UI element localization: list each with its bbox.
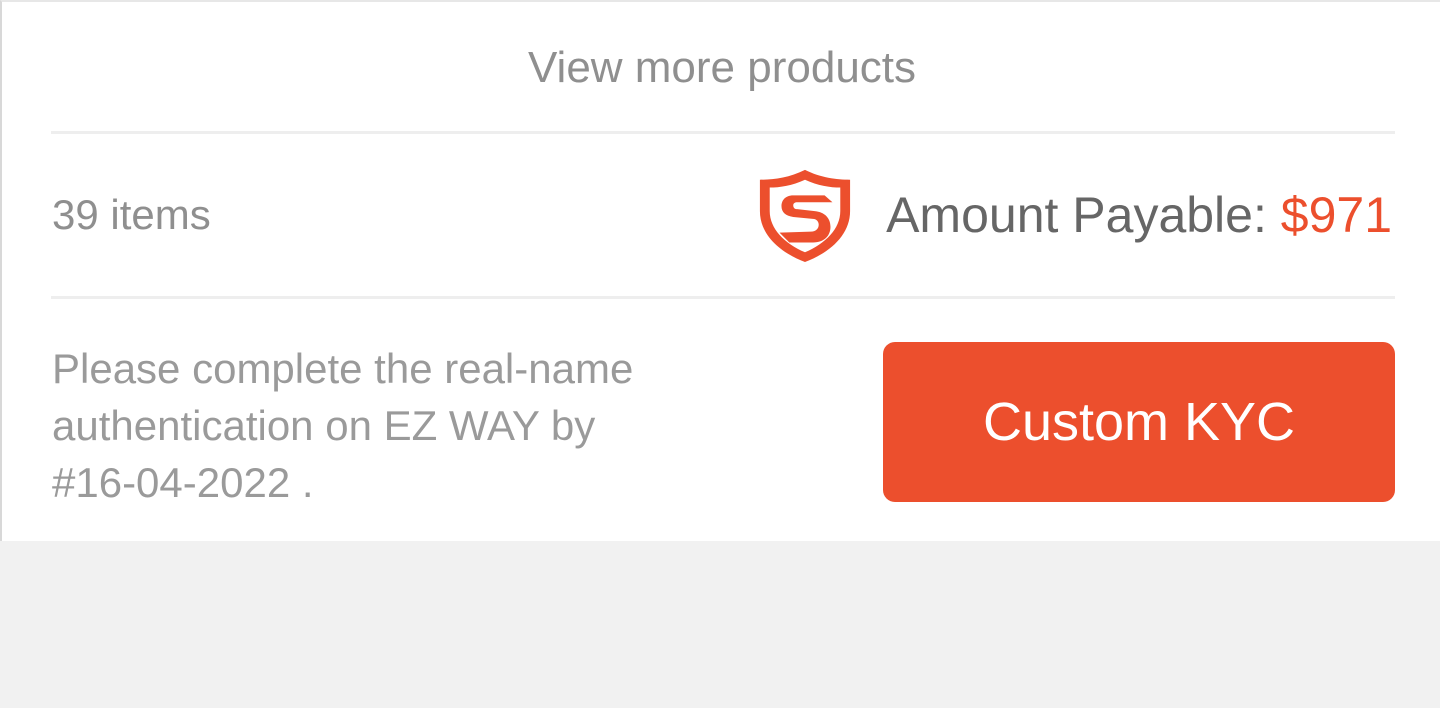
order-summary-card: View more products 39 items Amount Payab… — [0, 0, 1440, 541]
shield-icon — [759, 169, 851, 263]
kyc-notice-text: Please complete the real-name authentica… — [52, 340, 752, 511]
kyc-notice-line: authentication on EZ WAY by — [52, 402, 596, 449]
view-more-products-link[interactable]: View more products — [2, 4, 1440, 132]
amount-payable-value: $971 — [1280, 187, 1392, 243]
order-summary-row: 39 items Amount Payable: $971 — [2, 134, 1440, 296]
amount-payable-label: Amount Payable: — [886, 187, 1281, 243]
item-count: 39 items — [52, 191, 211, 238]
amount-payable: Amount Payable: $971 — [756, 134, 1392, 296]
divider — [51, 296, 1395, 299]
kyc-notice-line: Please complete the real-name — [52, 345, 634, 392]
kyc-notice-line: #16-04-2022 . — [52, 459, 314, 506]
custom-kyc-button[interactable]: Custom KYC — [883, 342, 1395, 502]
